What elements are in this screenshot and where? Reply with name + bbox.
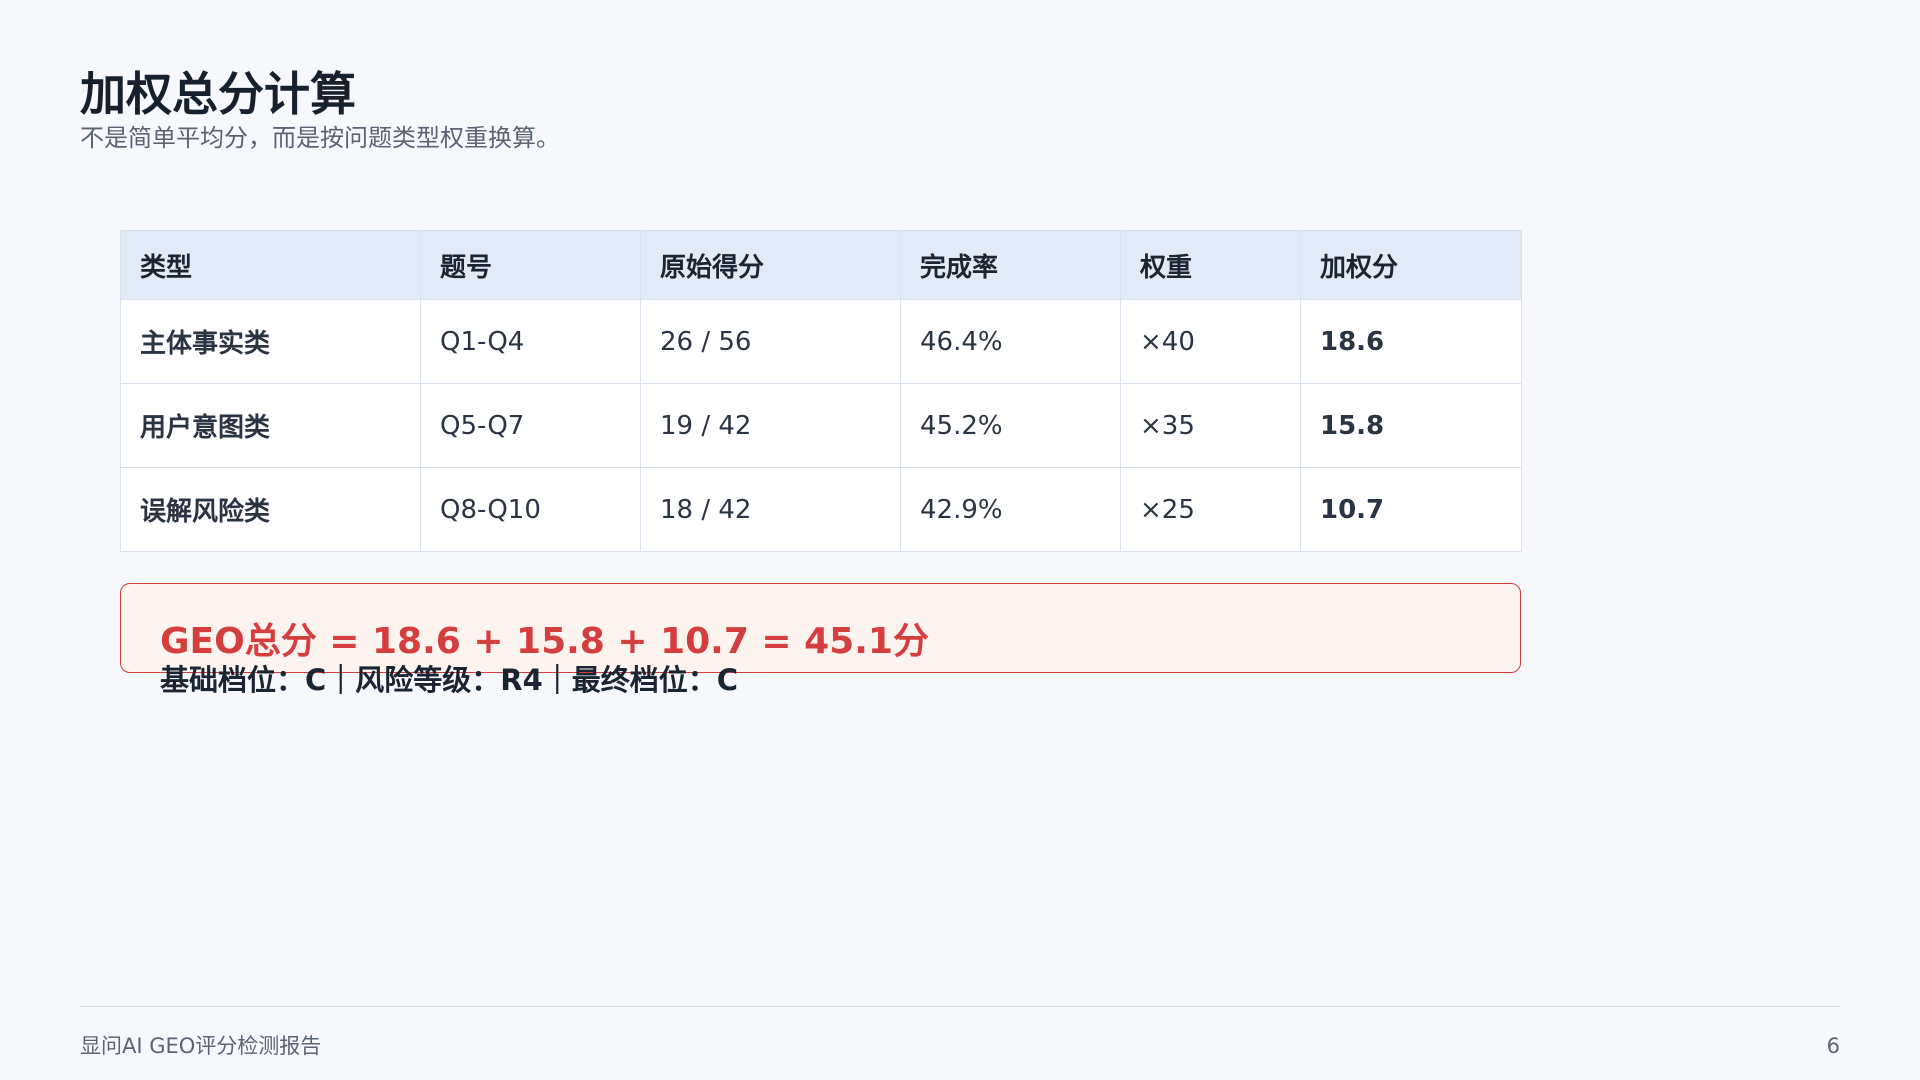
table-row: 主体事实类 Q1-Q4 26 / 56 46.4% ×40 18.6 [120,299,1522,384]
weight-cell: ×35 [1120,383,1301,468]
question-cell: Q5-Q7 [420,383,641,468]
table-row: 误解风险类 Q8-Q10 18 / 42 42.9% ×25 10.7 [120,467,1522,552]
weighted-score-cell: 18.6 [1300,299,1522,384]
total-score-formula: GEO总分 = 18.6 + 15.8 + 10.7 = 45.1分 [160,621,929,662]
raw-score-cell: 19 / 42 [640,383,901,468]
column-header-question: 题号 [420,230,641,300]
weight-cell: ×25 [1120,467,1301,552]
footer-divider [80,1006,1840,1007]
completion-rate-cell: 42.9% [900,467,1121,552]
type-cell: 主体事实类 [120,299,421,384]
table-row: 用户意图类 Q5-Q7 19 / 42 45.2% ×35 15.8 [120,383,1522,468]
footer-report-name: 显问AI GEO评分检测报告 [80,1034,322,1058]
weighted-score-table: 类型 题号 原始得分 完成率 权重 加权分 主体事实类 Q1-Q4 26 / 5… [120,230,1522,552]
weighted-score-cell: 10.7 [1300,467,1522,552]
page-title: 加权总分计算 [80,67,356,121]
question-cell: Q8-Q10 [420,467,641,552]
completion-rate-cell: 46.4% [900,299,1121,384]
weighted-score-cell: 15.8 [1300,383,1522,468]
table-header-row: 类型 题号 原始得分 完成率 权重 加权分 [120,230,1522,300]
column-header-type: 类型 [120,230,421,300]
column-header-weight: 权重 [1120,230,1301,300]
grade-summary: 基础档位：C｜风险等级：R4｜最终档位：C [160,663,739,697]
type-cell: 用户意图类 [120,383,421,468]
weight-cell: ×40 [1120,299,1301,384]
page-number: 6 [1826,1034,1840,1058]
type-cell: 误解风险类 [120,467,421,552]
question-cell: Q1-Q4 [420,299,641,384]
column-header-completion-rate: 完成率 [900,230,1121,300]
raw-score-cell: 18 / 42 [640,467,901,552]
completion-rate-cell: 45.2% [900,383,1121,468]
column-header-raw-score: 原始得分 [640,230,901,300]
page-subtitle: 不是简单平均分，而是按问题类型权重换算。 [80,124,560,152]
column-header-weighted-score: 加权分 [1300,230,1522,300]
raw-score-cell: 26 / 56 [640,299,901,384]
score-table-container: 类型 题号 原始得分 完成率 权重 加权分 主体事实类 Q1-Q4 26 / 5… [120,230,1522,552]
